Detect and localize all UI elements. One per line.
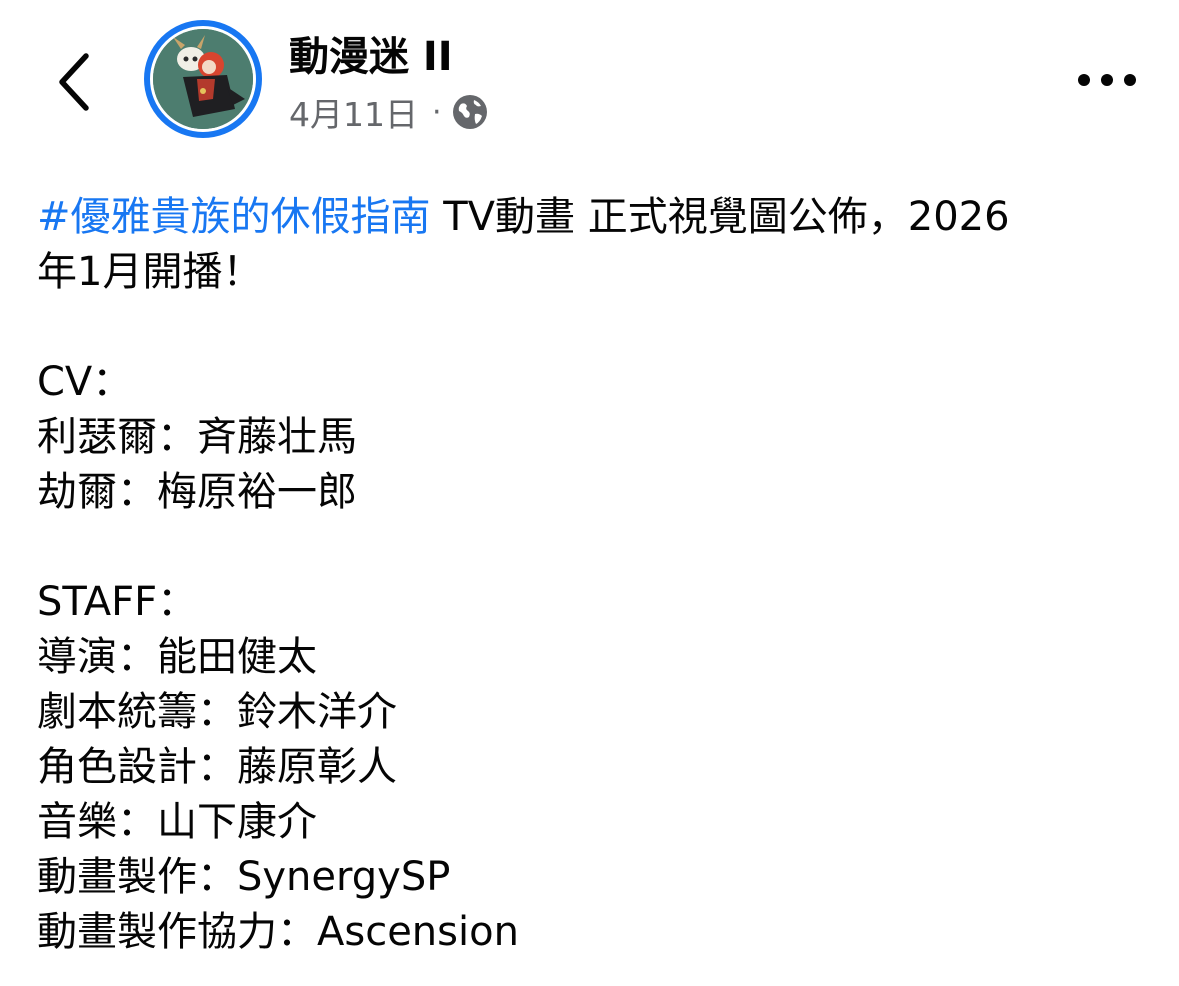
post-meta: 4月11日 · — [289, 90, 488, 134]
post-text: #優雅貴族的休假指南 TV動畫 正式視覺圖公佈，2026 年1月開播！ CV： … — [37, 190, 1137, 960]
post-date[interactable]: 4月11日 — [289, 88, 418, 136]
chevron-left-icon — [59, 53, 89, 111]
staff-line: 導演：能田健太 — [37, 634, 317, 680]
more-horizontal-icon — [1078, 74, 1136, 86]
staff-line: 劇本統籌：鈴木洋介 — [37, 689, 397, 735]
page-name[interactable]: 動漫迷 II — [289, 32, 453, 82]
headline-line-1: #優雅貴族的休假指南 TV動畫 正式視覺圖公佈，2026 — [37, 190, 1137, 245]
hashtag-link[interactable]: #優雅貴族的休假指南 — [37, 194, 431, 240]
meta-separator: · — [432, 94, 442, 130]
back-button[interactable] — [44, 44, 104, 120]
headline-text: TV動畫 正式視覺圖公佈，2026 — [430, 194, 1010, 240]
cv-line: 利瑟爾：斉藤壮馬 — [37, 414, 357, 460]
more-options-button[interactable] — [1074, 60, 1140, 100]
post-header: 動漫迷 II 4月11日 · — [0, 0, 1179, 150]
avatar[interactable] — [144, 20, 262, 138]
cv-heading: CV： — [37, 359, 133, 405]
staff-line: 角色設計：藤原彰人 — [37, 744, 397, 790]
cv-line: 劫爾：梅原裕一郎 — [37, 469, 357, 515]
headline-line-2: 年1月開播！ — [37, 249, 263, 295]
staff-line: 音樂：山下康介 — [37, 799, 317, 845]
staff-line: 動畫製作協力：Ascension — [37, 909, 519, 955]
staff-line: 動畫製作：SynergySP — [37, 854, 451, 900]
avatar-image — [153, 29, 253, 129]
globe-icon[interactable] — [452, 94, 488, 130]
staff-heading: STAFF： — [37, 579, 198, 625]
